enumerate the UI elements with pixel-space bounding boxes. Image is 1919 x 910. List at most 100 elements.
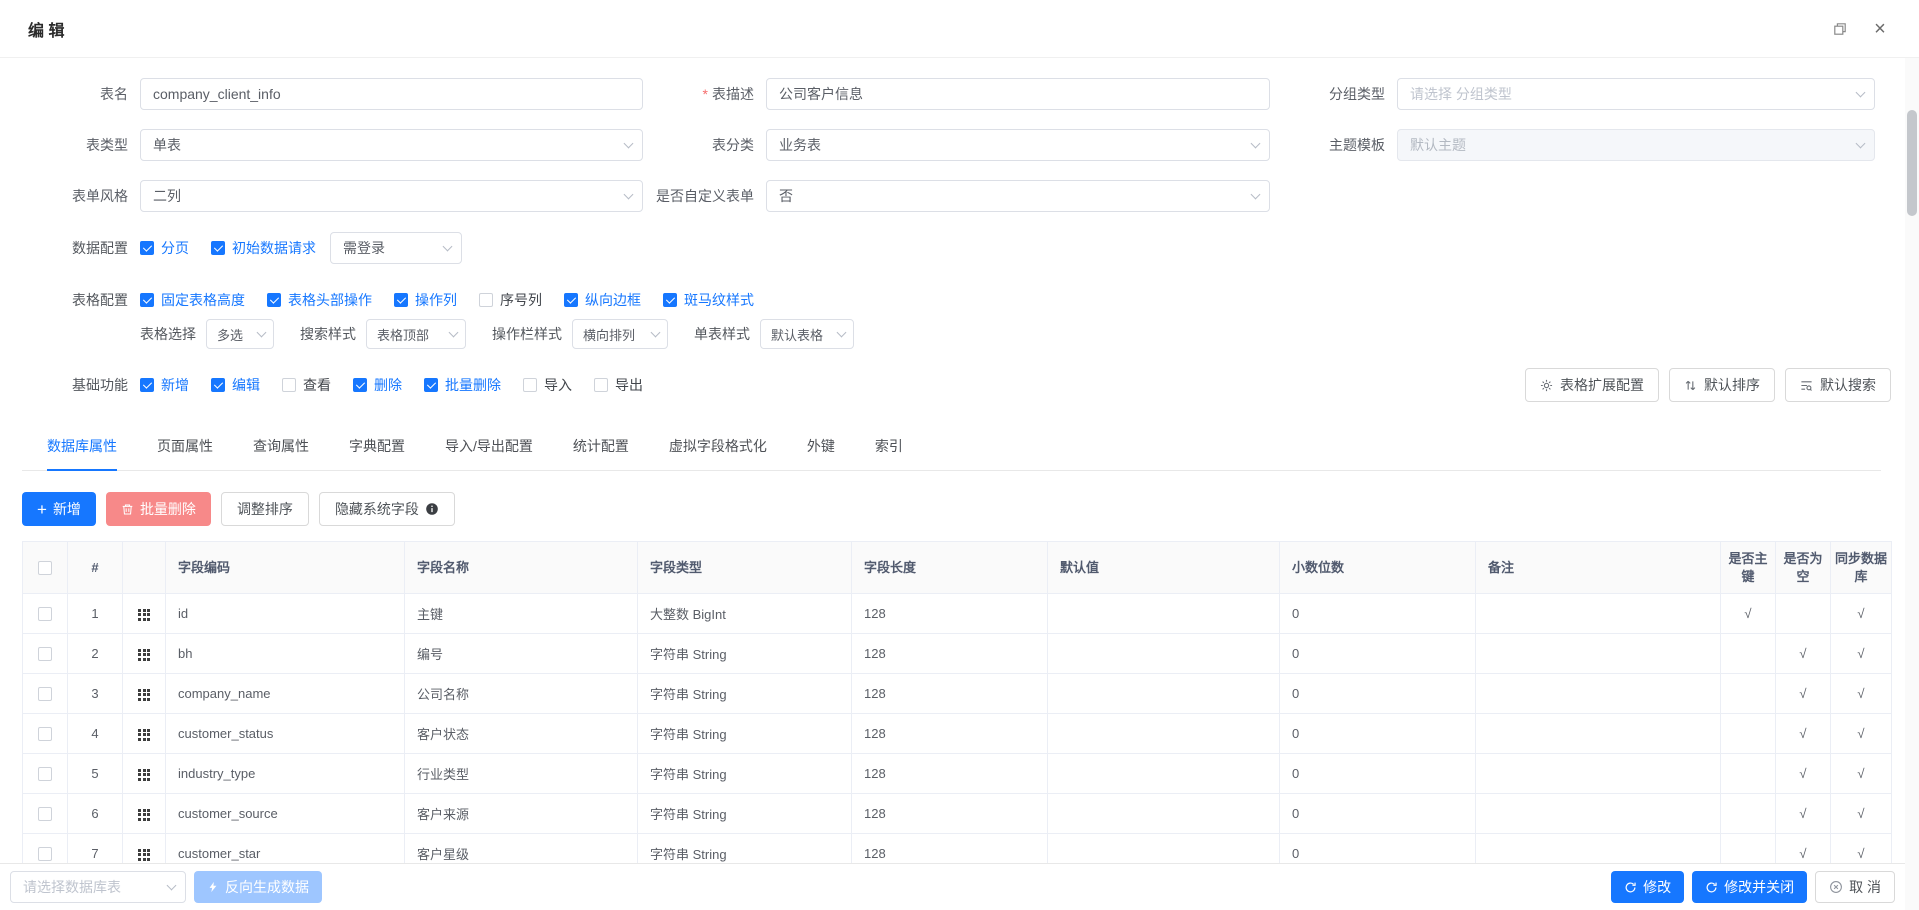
cell-default-value	[1047, 673, 1280, 714]
cell-select	[22, 633, 68, 674]
table-expand-config-button[interactable]: 表格扩展配置	[1525, 368, 1659, 402]
chevron-down-icon	[650, 327, 661, 338]
checkbox[interactable]: 表格头部操作	[267, 290, 372, 310]
cell-field-type: 字符串 String	[637, 673, 852, 714]
config-select[interactable]: 多选	[206, 319, 274, 349]
tab[interactable]: 字典配置	[349, 436, 405, 470]
header-remark: 备注	[1475, 541, 1721, 594]
close-icon[interactable]: ×	[1867, 16, 1893, 42]
drag-handle-icon[interactable]	[138, 608, 150, 621]
info-icon	[426, 503, 438, 515]
modify-and-close-button[interactable]: 修改并关闭	[1692, 871, 1808, 903]
checkbox[interactable]: 批量删除	[424, 375, 501, 395]
table-category-select[interactable]: 业务表	[766, 129, 1270, 161]
checkbox[interactable]: 查看	[282, 375, 331, 395]
header-field-type: 字段类型	[637, 541, 852, 594]
form-style-select[interactable]: 二列	[140, 180, 643, 212]
tab[interactable]: 页面属性	[157, 436, 213, 470]
scrollbar-thumb[interactable]	[1907, 110, 1917, 216]
checkbox-box-icon	[394, 293, 408, 307]
checkbox[interactable]: 编辑	[211, 375, 260, 395]
db-table-select[interactable]: 请选择数据库表	[10, 871, 186, 903]
vertical-scrollbar[interactable]	[1905, 58, 1919, 910]
tab[interactable]: 外键	[807, 436, 835, 470]
cell-field-name: 公司名称	[404, 673, 638, 714]
config-select[interactable]: 表格顶部	[366, 319, 466, 349]
tab[interactable]: 数据库属性	[47, 436, 117, 471]
hide-system-fields-button[interactable]: 隐藏系统字段	[318, 492, 455, 526]
drag-handle-icon[interactable]	[138, 808, 150, 821]
cell-decimal-digits: 0	[1279, 793, 1476, 834]
checkbox[interactable]: 导出	[594, 375, 643, 395]
table-desc-input[interactable]	[766, 78, 1270, 110]
batch-delete-button[interactable]: 批量删除	[105, 492, 211, 526]
tab[interactable]: 查询属性	[253, 436, 309, 470]
cell-decimal-digits: 0	[1279, 593, 1476, 634]
refresh-icon	[1625, 881, 1636, 892]
row-checkbox[interactable]	[38, 727, 52, 742]
cancel-button[interactable]: 取 消	[1815, 871, 1895, 903]
checkbox[interactable]: 纵向边框	[564, 290, 641, 310]
auth-requirement-select[interactable]: 需登录	[330, 232, 462, 264]
cell-field-type: 字符串 String	[637, 833, 852, 863]
row-checkbox[interactable]	[38, 687, 52, 702]
checkbox[interactable]: 固定表格高度	[140, 290, 245, 310]
checkbox[interactable]: 导入	[523, 375, 572, 395]
table-config-selects-row: 表格选择 多选 搜索样式 表格顶部 操作栏样式 横向排列 单表样式 默认表格	[28, 318, 1891, 350]
tab[interactable]: 索引	[875, 436, 903, 470]
checkbox[interactable]: 新增	[140, 375, 189, 395]
checkbox[interactable]: 删除	[353, 375, 402, 395]
tab[interactable]: 导入/导出配置	[445, 436, 533, 470]
cell-field-code: customer_source	[165, 793, 405, 834]
config-select[interactable]: 默认表格	[760, 319, 854, 349]
default-search-button[interactable]: 默认搜索	[1785, 368, 1891, 402]
data-config-row: 数据配置 分页 初始数据请求 需登录	[28, 232, 1891, 264]
cell-default-value	[1047, 833, 1280, 863]
restore-window-icon[interactable]	[1827, 16, 1853, 42]
cell-select	[22, 673, 68, 714]
table-header-row: # 字段编码 字段名称 字段类型 字段长度 默认值 小数位数 备注 是否主键 是…	[22, 541, 1892, 594]
tab[interactable]: 虚拟字段格式化	[669, 436, 767, 470]
config-select[interactable]: 横向排列	[572, 319, 668, 349]
row-checkbox[interactable]	[38, 647, 52, 662]
row-checkbox[interactable]	[38, 607, 52, 622]
config-select-pair: 单表样式 默认表格	[694, 319, 854, 349]
modify-button[interactable]: 修改	[1611, 871, 1685, 903]
checkbox[interactable]: 序号列	[479, 290, 542, 310]
row-checkbox[interactable]	[38, 767, 52, 782]
select-all-checkbox[interactable]	[38, 561, 52, 576]
drag-handle-icon[interactable]	[138, 848, 150, 861]
checkbox-label: 删除	[374, 377, 402, 393]
drag-handle-icon[interactable]	[138, 728, 150, 741]
default-sort-button[interactable]: 默认排序	[1669, 368, 1775, 402]
cell-field-code: id	[165, 593, 405, 634]
config-select-label: 操作栏样式	[492, 326, 562, 342]
checkbox-box-icon	[353, 378, 367, 392]
drag-handle-icon[interactable]	[138, 688, 150, 701]
checkbox[interactable]: 分页	[140, 238, 189, 258]
checkbox-box-icon	[140, 378, 154, 392]
drag-handle-icon[interactable]	[138, 768, 150, 781]
cell-select	[22, 713, 68, 754]
checkbox-box-icon	[140, 293, 154, 307]
drag-handle-icon[interactable]	[138, 648, 150, 661]
trash-icon	[122, 504, 133, 514]
group-type-select[interactable]: 请选择 分组类型	[1397, 78, 1875, 110]
cell-select	[22, 593, 68, 634]
checkbox[interactable]: 操作列	[394, 290, 457, 310]
reverse-generate-button[interactable]: 反向生成数据	[194, 871, 322, 903]
checkbox[interactable]: 斑马纹样式	[663, 290, 754, 310]
fields-table: # 字段编码 字段名称 字段类型 字段长度 默认值 小数位数 备注 是否主键 是…	[22, 541, 1892, 863]
table-name-input[interactable]	[140, 78, 643, 110]
add-field-button[interactable]: + 新增	[22, 492, 96, 526]
cell-remark	[1475, 833, 1721, 863]
table-type-select[interactable]: 单表	[140, 129, 643, 161]
checkbox[interactable]: 初始数据请求	[211, 238, 316, 258]
row-checkbox[interactable]	[38, 807, 52, 822]
adjust-sort-button[interactable]: 调整排序	[220, 492, 309, 526]
cell-drag	[122, 673, 166, 714]
tab[interactable]: 统计配置	[573, 436, 629, 470]
row-checkbox[interactable]	[38, 847, 52, 862]
checkbox-box-icon	[424, 378, 438, 392]
custom-form-select[interactable]: 否	[766, 180, 1270, 212]
